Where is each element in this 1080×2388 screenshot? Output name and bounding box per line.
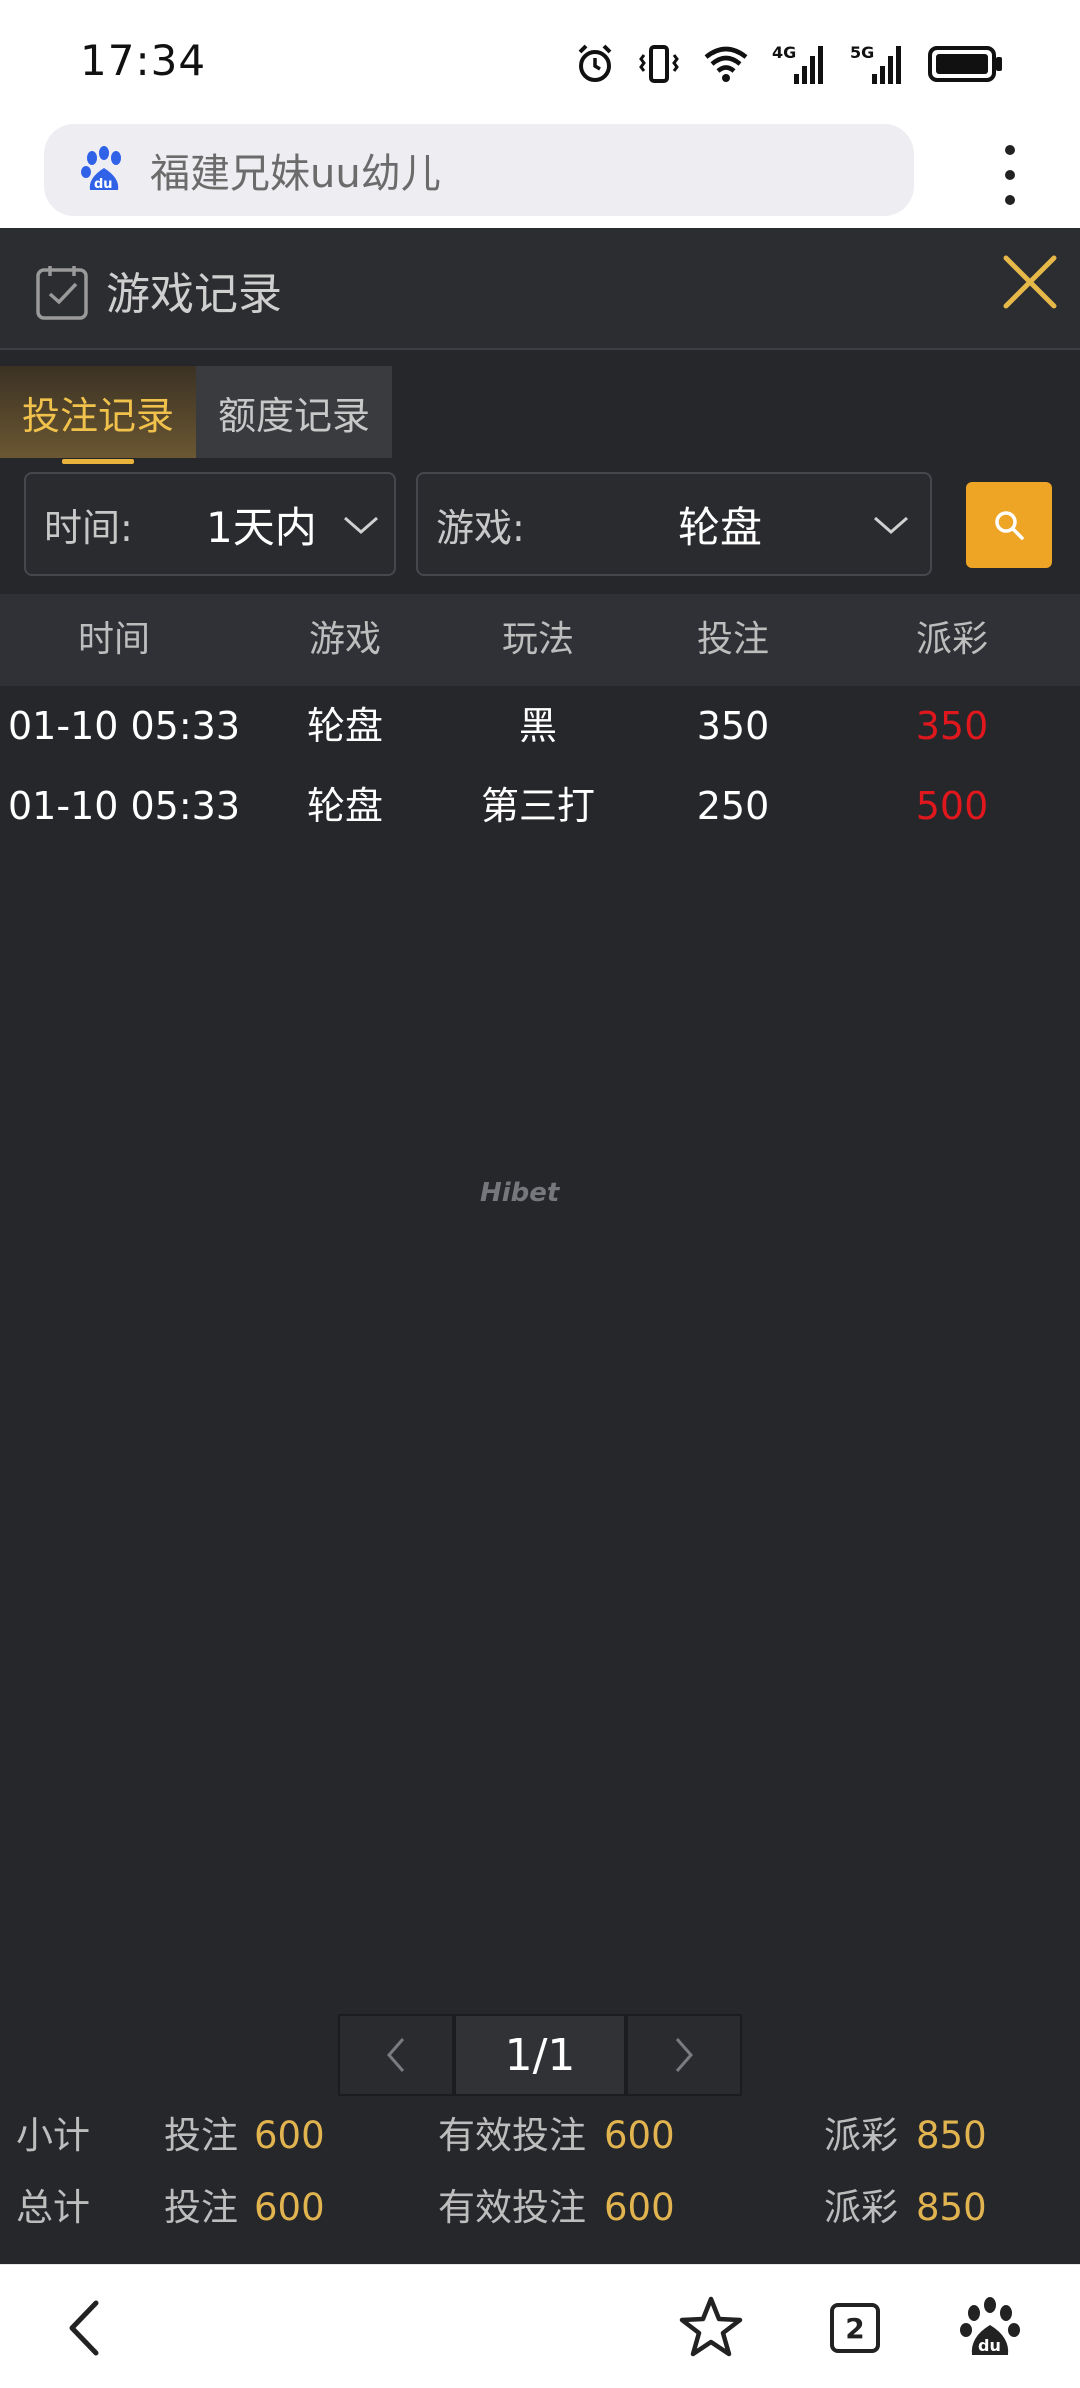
search-icon bbox=[995, 511, 1024, 540]
time-filter-value: 1天内 bbox=[206, 502, 317, 552]
subtotal-label: 小计 bbox=[16, 2114, 90, 2157]
browser-bottom-nav: 2 du bbox=[0, 2264, 1080, 2388]
cell-play: 第三打 bbox=[480, 784, 596, 828]
svg-text:4G: 4G bbox=[772, 43, 796, 62]
pagination: 1/1 bbox=[338, 2014, 742, 2096]
search-button[interactable] bbox=[966, 482, 1052, 568]
table-body: 01-10 05:33 轮盘 黑 350 350 01-10 05:33 轮盘 … bbox=[0, 686, 1080, 846]
baidu-logo-icon: du bbox=[81, 146, 121, 192]
table-row: 01-10 05:33 轮盘 第三打 250 500 bbox=[0, 766, 1080, 846]
tabs-count-button[interactable]: 2 bbox=[820, 2293, 890, 2363]
baidu-paw-icon[interactable]: du bbox=[956, 2293, 1026, 2363]
total-valid-label: 有效投注 bbox=[438, 2186, 586, 2229]
total-payout-label: 派彩 bbox=[824, 2186, 898, 2229]
cell-bet: 250 bbox=[696, 784, 770, 828]
alarm-icon bbox=[578, 44, 612, 82]
cell-payout: 500 bbox=[915, 784, 989, 828]
total-label: 总计 bbox=[16, 2186, 90, 2229]
cell-game: 轮盘 bbox=[306, 784, 384, 828]
address-bar[interactable]: du 福建兄妹uu幼儿 bbox=[44, 124, 914, 216]
game-records-panel: 游戏记录 投注记录 额度记录 时间: 1天内 游戏: 轮盘 时间 游戏 玩法 投… bbox=[0, 228, 1080, 2264]
status-time: 17:34 bbox=[80, 36, 207, 85]
chevron-down-icon bbox=[344, 516, 378, 534]
filter-row: 时间: 1天内 游戏: 轮盘 bbox=[0, 472, 1080, 582]
tabs-count-badge: 2 bbox=[830, 2303, 880, 2353]
subtotal-payout-label: 派彩 bbox=[824, 2114, 898, 2157]
star-bookmark-icon[interactable] bbox=[676, 2293, 746, 2363]
col-header-bet: 投注 bbox=[696, 619, 770, 660]
svg-text:5G: 5G bbox=[850, 43, 874, 62]
svg-text:du: du bbox=[978, 2336, 1001, 2355]
time-filter-label: 时间: bbox=[44, 505, 133, 550]
record-tabs: 投注记录 额度记录 bbox=[0, 366, 392, 464]
subtotal-valid-label: 有效投注 bbox=[438, 2114, 586, 2157]
subtotal-bet-label: 投注 bbox=[164, 2114, 238, 2157]
watermark-logo: Hibet bbox=[480, 1178, 560, 1208]
page-indicator: 1/1 bbox=[454, 2014, 626, 2096]
game-filter-select[interactable]: 游戏: 轮盘 bbox=[416, 472, 932, 576]
chevron-right-icon bbox=[675, 2038, 693, 2072]
panel-header: 游戏记录 bbox=[0, 228, 1080, 350]
wifi-icon bbox=[704, 46, 748, 82]
chevron-down-icon bbox=[874, 516, 908, 534]
col-header-payout: 派彩 bbox=[915, 619, 989, 660]
subtotal-row: 小计 投注 600 有效投注 600 派彩 850 bbox=[0, 2100, 1080, 2172]
panel-title: 游戏记录 bbox=[106, 269, 282, 320]
col-header-game: 游戏 bbox=[308, 619, 382, 660]
game-filter-value: 轮盘 bbox=[678, 502, 763, 552]
subtotal-valid-value: 600 bbox=[604, 2114, 675, 2157]
total-bet-value: 600 bbox=[254, 2186, 325, 2229]
col-header-time: 时间 bbox=[77, 619, 151, 660]
cell-game: 轮盘 bbox=[306, 704, 384, 748]
signal-4g-icon: 4G bbox=[772, 43, 823, 84]
close-icon[interactable] bbox=[998, 250, 1062, 314]
game-filter-label: 游戏: bbox=[436, 505, 525, 550]
table-header: 时间 游戏 玩法 投注 派彩 bbox=[0, 594, 1080, 686]
signal-5g-icon: 5G bbox=[850, 43, 901, 84]
total-payout-value: 850 bbox=[916, 2186, 987, 2229]
tab-credit-records[interactable]: 额度记录 bbox=[196, 366, 392, 458]
checklist-icon bbox=[36, 266, 88, 320]
total-valid-value: 600 bbox=[604, 2186, 675, 2229]
more-menu-icon[interactable] bbox=[990, 140, 1030, 210]
url-text[interactable]: 福建兄妹uu幼儿 bbox=[150, 141, 441, 199]
battery-icon bbox=[928, 46, 1002, 82]
status-bar: 17:34 4G 5G bbox=[0, 0, 1080, 120]
next-page-button[interactable] bbox=[626, 2014, 742, 2096]
time-filter-select[interactable]: 时间: 1天内 bbox=[24, 472, 396, 576]
back-arrow-icon[interactable] bbox=[52, 2293, 122, 2363]
total-row: 总计 投注 600 有效投注 600 派彩 850 bbox=[0, 2172, 1080, 2244]
svg-text:du: du bbox=[94, 177, 113, 192]
total-bet-label: 投注 bbox=[164, 2186, 238, 2229]
cell-payout: 350 bbox=[915, 704, 989, 748]
table-row: 01-10 05:33 轮盘 黑 350 350 bbox=[0, 686, 1080, 766]
subtotal-payout-value: 850 bbox=[916, 2114, 987, 2157]
cell-time: 01-10 05:33 bbox=[8, 704, 241, 748]
tab-bet-records[interactable]: 投注记录 bbox=[0, 366, 196, 464]
totals-section: 小计 投注 600 有效投注 600 派彩 850 总计 投注 600 有效投注… bbox=[0, 2100, 1080, 2244]
cell-time: 01-10 05:33 bbox=[8, 784, 241, 828]
prev-page-button[interactable] bbox=[338, 2014, 454, 2096]
cell-bet: 350 bbox=[696, 704, 770, 748]
status-icons: 4G 5G bbox=[574, 40, 1004, 88]
subtotal-bet-value: 600 bbox=[254, 2114, 325, 2157]
chevron-left-icon bbox=[387, 2038, 405, 2072]
vibrate-icon bbox=[639, 45, 679, 83]
col-header-play: 玩法 bbox=[501, 619, 575, 660]
cell-play: 黑 bbox=[518, 704, 558, 748]
